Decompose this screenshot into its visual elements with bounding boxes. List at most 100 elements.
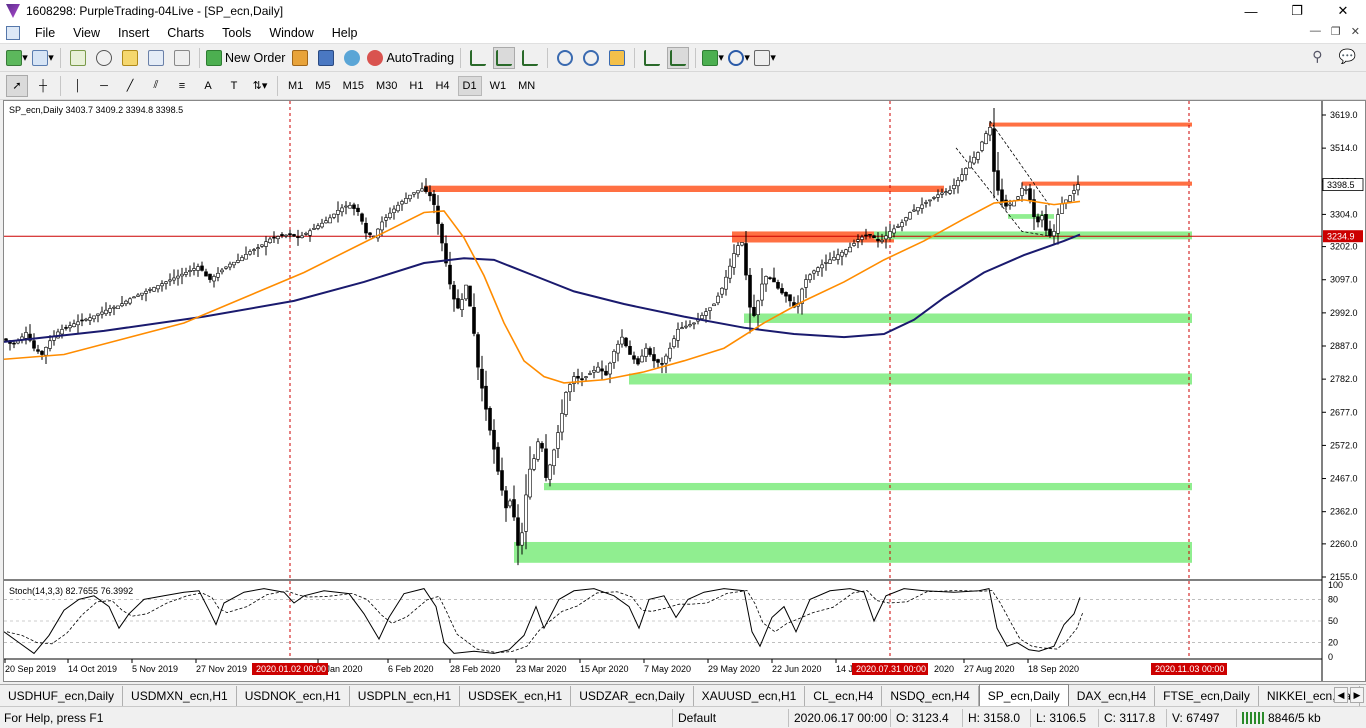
candle-body bbox=[788, 294, 792, 302]
new-order-button[interactable]: New Order bbox=[206, 47, 285, 69]
tab-usdpln-ecn-h1[interactable]: USDPLN_ecn,H1 bbox=[350, 686, 461, 706]
crosshair-nav-icon[interactable] bbox=[93, 47, 115, 69]
tab-ftse-ecn-daily[interactable]: FTSE_ecn,Daily bbox=[1155, 686, 1259, 706]
candle-body bbox=[396, 204, 400, 212]
terminal-icon[interactable] bbox=[145, 47, 167, 69]
drawing-toolbar: ➚ ┼ │ ─ ╱ ⫽ ≡ A T ⇅▾ M1 M5 M15 M30 H1 H4… bbox=[0, 72, 1366, 100]
horizontal-line-icon[interactable]: ─ bbox=[93, 75, 115, 97]
indicators-button[interactable]: ▾ bbox=[702, 47, 724, 69]
fibonacci-icon[interactable]: ≡ bbox=[171, 75, 193, 97]
menu-tools[interactable]: Tools bbox=[213, 26, 260, 40]
vps-icon[interactable] bbox=[341, 47, 363, 69]
timeframe-m15[interactable]: M15 bbox=[339, 76, 368, 96]
vertical-line-icon[interactable]: │ bbox=[67, 75, 89, 97]
arrows-icon[interactable]: ⇅▾ bbox=[249, 75, 271, 97]
candle-body bbox=[432, 193, 436, 205]
menu-view[interactable]: View bbox=[64, 26, 109, 40]
menu-help[interactable]: Help bbox=[323, 26, 367, 40]
close-button[interactable]: ✕ bbox=[1320, 0, 1366, 22]
text-label-icon[interactable]: T bbox=[223, 75, 245, 97]
candle-body bbox=[900, 222, 904, 228]
candle-body bbox=[992, 128, 996, 172]
candle-chart-icon[interactable] bbox=[493, 46, 516, 69]
profile-name[interactable]: Default bbox=[678, 711, 716, 725]
search-icon[interactable]: ⚲ bbox=[1312, 48, 1322, 65]
chart-window[interactable]: 3619.03514.03409.03304.03202.03097.02992… bbox=[3, 100, 1366, 682]
candle-body bbox=[944, 191, 948, 193]
menu-insert[interactable]: Insert bbox=[109, 26, 158, 40]
timeframe-m5[interactable]: M5 bbox=[311, 76, 334, 96]
candle-body bbox=[940, 192, 944, 195]
support-zone bbox=[629, 373, 1192, 385]
chart-window-icon[interactable] bbox=[6, 25, 20, 40]
navigator-icon[interactable] bbox=[119, 47, 141, 69]
auto-scroll-icon[interactable] bbox=[667, 46, 690, 69]
candle-body bbox=[748, 274, 752, 308]
minimize-button[interactable]: — bbox=[1228, 0, 1274, 22]
tab-dax-ecn-h4[interactable]: DAX_ecn,H4 bbox=[1069, 686, 1156, 706]
timeframe-w1[interactable]: W1 bbox=[486, 76, 511, 96]
candle-body bbox=[476, 334, 480, 368]
candle-body bbox=[168, 279, 172, 282]
zoom-in-icon[interactable] bbox=[554, 47, 576, 69]
mdi-restore-icon[interactable]: ❐ bbox=[1331, 25, 1341, 38]
tab-usdnok-ecn-h1[interactable]: USDNOK_ecn,H1 bbox=[237, 686, 350, 706]
candle-body bbox=[32, 340, 36, 349]
candle-body bbox=[564, 392, 568, 415]
candle-body bbox=[1044, 214, 1048, 231]
profiles-button[interactable]: ▾ bbox=[32, 47, 54, 69]
templates-button[interactable]: ▾ bbox=[754, 47, 776, 69]
tab-scroll-left-icon[interactable]: ◀ bbox=[1334, 687, 1348, 703]
mdi-minimize-icon[interactable]: — bbox=[1310, 25, 1321, 38]
timeframe-m1[interactable]: M1 bbox=[284, 76, 307, 96]
candle-body bbox=[192, 268, 196, 271]
chat-icon[interactable]: 💬 bbox=[1339, 48, 1356, 65]
tab-cl-ecn-h4[interactable]: CL_ecn,H4 bbox=[805, 686, 883, 706]
line-chart-icon[interactable] bbox=[519, 47, 541, 69]
new-chart-button[interactable]: ▾ bbox=[6, 47, 28, 69]
signals-icon[interactable] bbox=[315, 47, 337, 69]
auto-trading-button[interactable]: AutoTrading bbox=[367, 47, 454, 69]
timeframe-d1[interactable]: D1 bbox=[457, 75, 482, 96]
candle-body bbox=[548, 464, 552, 480]
timeframe-h4[interactable]: H4 bbox=[431, 76, 453, 96]
tab-usdzar-ecn-daily[interactable]: USDZAR_ecn,Daily bbox=[571, 686, 694, 706]
candle-body bbox=[1056, 214, 1060, 234]
chart-shift-icon[interactable] bbox=[641, 47, 663, 69]
candle-body bbox=[268, 238, 272, 243]
bar-chart-icon[interactable] bbox=[467, 47, 489, 69]
bar-high: H: 3158.0 bbox=[968, 711, 1021, 725]
periods-button[interactable]: ▾ bbox=[728, 47, 750, 69]
menu-window[interactable]: Window bbox=[260, 26, 322, 40]
candle-body bbox=[1072, 190, 1076, 194]
tab-scroll-right-icon[interactable]: ▶ bbox=[1350, 687, 1364, 703]
timeframe-mn[interactable]: MN bbox=[514, 76, 539, 96]
cursor-icon[interactable]: ➚ bbox=[6, 74, 28, 97]
maximize-button[interactable]: ❐ bbox=[1274, 0, 1320, 22]
tab-sp-ecn-daily[interactable]: SP_ecn,Daily bbox=[978, 684, 1069, 706]
candle-body bbox=[684, 325, 688, 328]
timeframe-h1[interactable]: H1 bbox=[405, 76, 427, 96]
menu-file[interactable]: File bbox=[26, 26, 64, 40]
ma-fast-line bbox=[3, 199, 1081, 384]
market-watch-icon[interactable] bbox=[67, 47, 89, 69]
menu-charts[interactable]: Charts bbox=[158, 26, 213, 40]
strategy-tester-icon[interactable] bbox=[171, 47, 193, 69]
tab-usdhuf-ecn-daily[interactable]: USDHUF_ecn,Daily bbox=[0, 686, 124, 706]
zoom-out-icon[interactable] bbox=[580, 47, 602, 69]
timeframe-m30[interactable]: M30 bbox=[372, 76, 401, 96]
price-chart[interactable]: 3619.03514.03409.03304.03202.03097.02992… bbox=[3, 101, 1365, 681]
tab-nsdq-ecn-h4[interactable]: NSDQ_ecn,H4 bbox=[882, 686, 979, 706]
mdi-close-icon[interactable]: ✕ bbox=[1351, 25, 1360, 38]
connection-status-icon[interactable] bbox=[1242, 712, 1264, 724]
meta-editor-icon[interactable] bbox=[289, 47, 311, 69]
tab-usdmxn-ecn-h1[interactable]: USDMXN_ecn,H1 bbox=[123, 686, 237, 706]
text-icon[interactable]: A bbox=[197, 75, 219, 97]
equidistant-channel-icon[interactable]: ⫽ bbox=[145, 75, 167, 97]
candle-body bbox=[648, 348, 652, 355]
crosshair-icon[interactable]: ┼ bbox=[32, 75, 54, 97]
tab-usdsek-ecn-h1[interactable]: USDSEK_ecn,H1 bbox=[460, 686, 572, 706]
trendline-icon[interactable]: ╱ bbox=[119, 75, 141, 97]
tile-windows-icon[interactable] bbox=[606, 47, 628, 69]
tab-xauusd-ecn-h1[interactable]: XAUUSD_ecn,H1 bbox=[694, 686, 806, 706]
